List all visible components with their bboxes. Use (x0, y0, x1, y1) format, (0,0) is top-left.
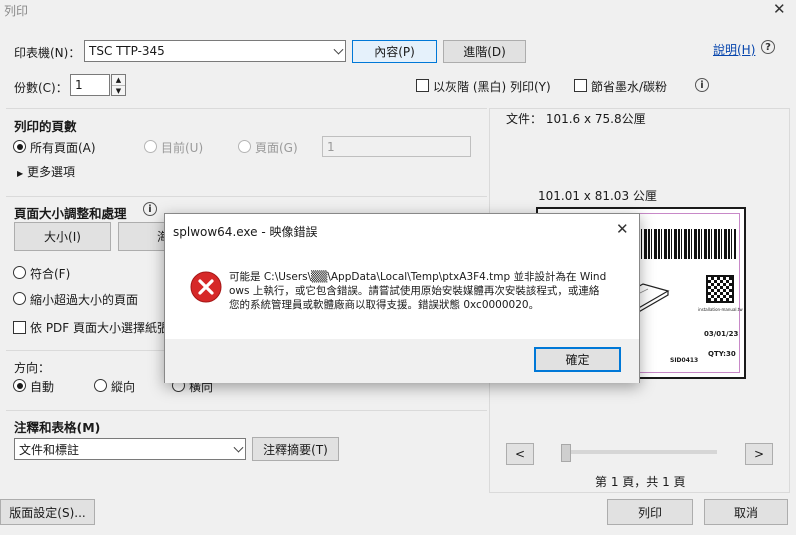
printer-select-value: TSC TTP-345 (89, 44, 165, 58)
dialog-title: splwow64.exe - 映像錯誤 (173, 225, 318, 239)
bottom-strip (0, 535, 796, 543)
more-options-toggle[interactable]: ▶ 更多選項 (17, 163, 75, 180)
current-page-radio[interactable] (144, 140, 157, 153)
more-options-label: 更多選項 (26, 165, 75, 179)
dialog-footer: 確定 (165, 339, 639, 383)
grayscale-label: 以灰階 (黑白) 列印(Y) (433, 80, 551, 94)
page-slider-thumb[interactable] (561, 444, 571, 462)
page-slider-track[interactable] (565, 450, 717, 454)
printer-label: 印表機(N)： (14, 46, 81, 60)
fit-label: 符合(F) (30, 267, 71, 281)
window-close-button[interactable]: ✕ (773, 0, 786, 18)
help-icon[interactable]: ? (761, 40, 775, 54)
save-ink-checkbox[interactable] (574, 79, 587, 92)
triangle-right-icon: ▶ (17, 169, 24, 178)
page-info: 第 1 頁，共 1 頁 (595, 475, 686, 489)
copies-label: 份數(C)： (14, 81, 68, 95)
pages-heading: 列印的頁數 (14, 119, 77, 134)
page-setup-button[interactable]: 版面設定(S)... (0, 499, 95, 525)
copies-stepper[interactable]: ▲ ▼ (111, 74, 126, 96)
cancel-button[interactable]: 取消 (704, 499, 788, 525)
orientation-portrait-label: 縱向 (111, 380, 136, 394)
pdf-size-label: 依 PDF 頁面大小選擇紙張 (30, 321, 170, 335)
sizing-heading: 頁面大小調整和處理 (14, 206, 127, 221)
info-icon[interactable]: i (695, 78, 709, 92)
save-ink-label: 節省墨水/碳粉 (591, 80, 668, 94)
comments-select[interactable]: 文件和標註 (14, 438, 246, 460)
orientation-auto-label: 自動 (30, 380, 55, 394)
orientation-portrait-radio[interactable] (94, 379, 107, 392)
size-button[interactable]: 大小(I) (14, 222, 111, 251)
label-date: 03/01/23 (704, 330, 739, 338)
prev-page-button[interactable]: < (506, 443, 534, 465)
qr-code (706, 275, 734, 303)
next-page-button[interactable]: > (745, 443, 773, 465)
orientation-auto-radio[interactable] (13, 379, 26, 392)
grayscale-checkbox[interactable] (416, 79, 429, 92)
error-dialog: splwow64.exe - 映像錯誤 ✕ 可能是 C:\Users\▒▒\Ap… (164, 213, 640, 383)
shrink-radio[interactable] (13, 292, 26, 305)
stepper-up-icon[interactable]: ▲ (112, 75, 125, 86)
shrink-label: 縮小超過大小的頁面 (30, 293, 139, 307)
comments-summary-button[interactable]: 注釋摘要(T) (252, 437, 339, 461)
printer-properties-button[interactable]: 內容(P) (352, 40, 437, 63)
all-pages-radio[interactable] (13, 140, 26, 153)
all-pages-label: 所有頁面(A) (30, 141, 96, 155)
barcode (638, 229, 736, 259)
chevron-down-icon (333, 44, 344, 55)
advanced-button[interactable]: 進階(D) (443, 40, 526, 63)
current-page-label: 目前(U) (161, 141, 204, 155)
qr-caption: installation-manual.tw (698, 307, 743, 312)
sizing-info-icon[interactable]: i (143, 202, 157, 216)
pages-label: 頁面(G) (255, 141, 298, 155)
print-button[interactable]: 列印 (607, 499, 693, 525)
pdf-size-checkbox[interactable] (13, 321, 26, 334)
chevron-down-icon (233, 442, 244, 453)
pages-range-input[interactable]: 1 (322, 136, 471, 157)
dialog-close-button[interactable]: ✕ (616, 220, 629, 238)
copies-input[interactable]: 1 (70, 74, 110, 96)
paper-size-text: 101.01 x 81.03 公厘 (538, 189, 657, 203)
fit-radio[interactable] (13, 266, 26, 279)
error-icon (190, 271, 222, 303)
window-title: 列印 (4, 4, 29, 18)
doc-size-text: 文件： 101.6 x 75.8公厘 (506, 112, 646, 126)
label-sid: SID0413 (670, 357, 699, 364)
label-qty: QTY:30 (708, 350, 736, 358)
dialog-ok-button[interactable]: 確定 (534, 347, 621, 372)
comments-select-value: 文件和標註 (19, 442, 80, 457)
help-link[interactable]: 說明(H) (713, 41, 755, 58)
stepper-down-icon[interactable]: ▼ (112, 86, 125, 96)
comments-heading: 注釋和表格(M) (14, 420, 101, 435)
orientation-heading: 方向： (14, 361, 51, 375)
dialog-message: 可能是 C:\Users\▒▒\AppData\Local\Temp\ptxA3… (229, 271, 607, 311)
pages-radio[interactable] (238, 140, 251, 153)
printer-select[interactable]: TSC TTP-345 (84, 40, 346, 62)
